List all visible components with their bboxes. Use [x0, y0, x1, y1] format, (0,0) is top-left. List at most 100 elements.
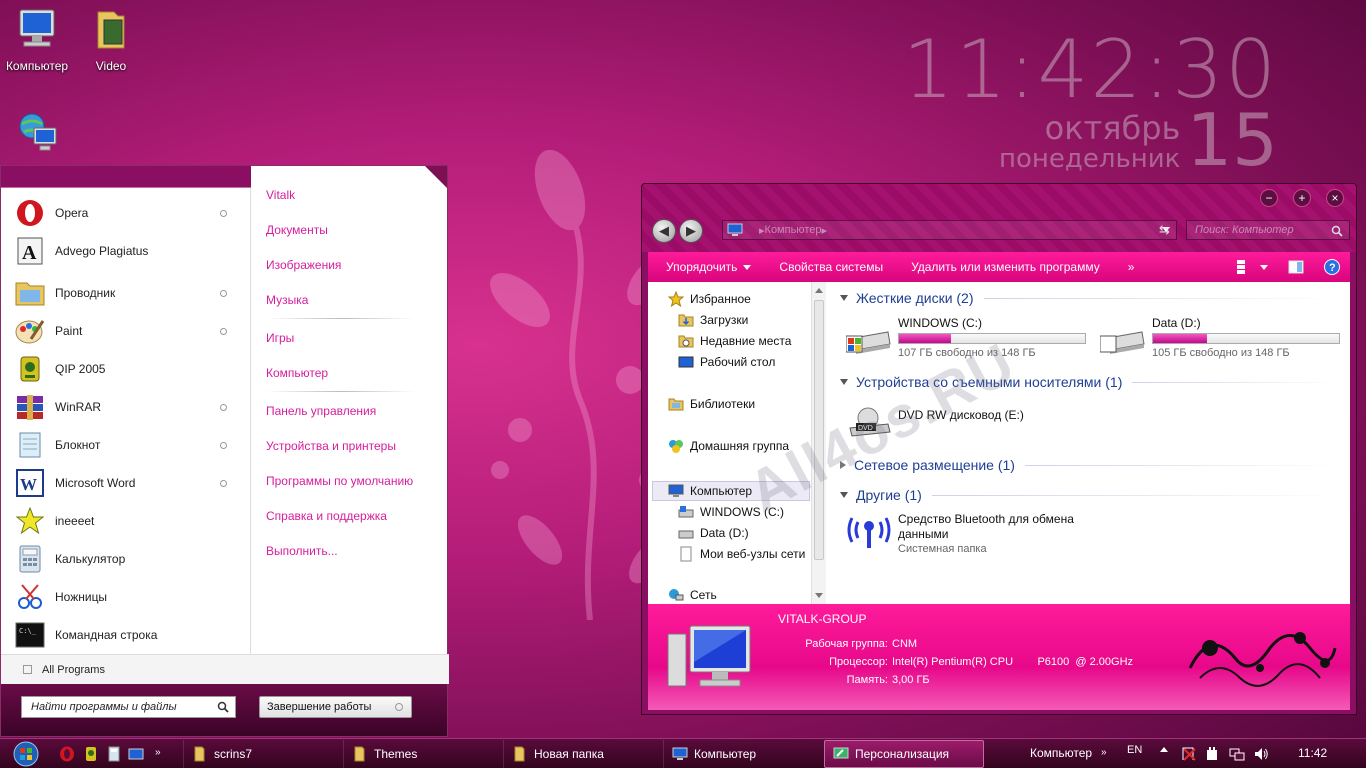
link-games[interactable]: Игры: [266, 331, 294, 345]
program-winrar[interactable]: WinRAR: [15, 389, 235, 425]
program-advego[interactable]: A Advego Plagiatus: [15, 233, 235, 269]
taskbar-clock[interactable]: 11:42: [1298, 746, 1327, 760]
start-search-input[interactable]: Найти программы и файлы: [21, 696, 236, 718]
program-scissors[interactable]: Ножницы: [15, 579, 235, 615]
desktop-icon-network[interactable]: [0, 110, 74, 163]
shutdown-button[interactable]: Завершение работы: [259, 696, 412, 718]
program-paint[interactable]: Paint: [15, 313, 235, 349]
network-status-icon[interactable]: [1229, 746, 1245, 762]
show-desktop-icon[interactable]: [128, 746, 144, 762]
qip-icon[interactable]: [83, 746, 99, 762]
organize-label: Упорядочить: [666, 260, 738, 274]
opera-icon[interactable]: [59, 746, 75, 762]
desktop-icon-video[interactable]: Video: [74, 6, 148, 73]
nav-drive-d[interactable]: Data (D:): [678, 524, 749, 542]
drive-item-c[interactable]: WINDOWS (C:) 107 ГБ свободно из 148 ГБ: [846, 316, 1096, 360]
chevron-down-icon: [840, 379, 848, 385]
nav-downloads[interactable]: Загрузки: [678, 311, 748, 329]
uninstall-program-button[interactable]: Удалить или изменить программу: [911, 260, 1100, 274]
drive-item-dvd[interactable]: DVD DVD RW дисковод (E:): [846, 400, 1096, 444]
program-qip[interactable]: QIP 2005: [15, 351, 235, 387]
view-dropdown-icon[interactable]: [1260, 265, 1268, 270]
back-button[interactable]: ◀: [652, 219, 676, 243]
language-indicator[interactable]: EN: [1127, 744, 1142, 756]
nav-recent[interactable]: Недавние места: [678, 332, 791, 350]
nav-libraries[interactable]: Библиотеки: [668, 395, 755, 413]
taskbar-button-new-folder[interactable]: Новая папка: [503, 740, 658, 768]
bluetooth-name-cont: данными: [898, 527, 949, 541]
group-hard-drives[interactable]: Жесткие диски (2): [840, 290, 1340, 306]
link-user[interactable]: Vitalk: [266, 188, 295, 202]
power-icon[interactable]: [1204, 746, 1220, 762]
link-computer[interactable]: Компьютер: [266, 366, 328, 380]
start-button[interactable]: [6, 740, 46, 768]
nav-homegroup[interactable]: Домашняя группа: [668, 437, 789, 455]
taskbar-button-personalization[interactable]: Персонализация: [824, 740, 984, 768]
volume-icon[interactable]: [1253, 746, 1269, 762]
preview-pane-icon[interactable]: [1288, 259, 1304, 275]
nav-label: Недавние места: [700, 334, 792, 348]
program-word[interactable]: W Microsoft Word: [15, 465, 235, 501]
link-music[interactable]: Музыка: [266, 293, 308, 307]
link-default-programs[interactable]: Программы по умолчанию: [266, 474, 413, 488]
group-other[interactable]: Другие (1): [840, 487, 1340, 503]
all-programs-button[interactable]: All Programs: [1, 654, 449, 684]
tray-show-hidden-icon[interactable]: [1160, 747, 1168, 752]
address-bar[interactable]: ▸ Компьютер ▸: [722, 220, 1177, 240]
star-icon: [668, 291, 684, 307]
scroll-thumb[interactable]: [814, 300, 824, 560]
nav-scrollbar[interactable]: [811, 282, 826, 604]
link-help[interactable]: Справка и поддержка: [266, 509, 387, 523]
program-cmd[interactable]: C:\_ Командная строка: [15, 617, 235, 653]
taskbar-button-themes[interactable]: Themes: [343, 740, 498, 768]
nav-drive-c[interactable]: WINDOWS (C:): [678, 503, 784, 521]
desktop-icon-computer[interactable]: Компьютер: [0, 6, 74, 73]
action-center-icon[interactable]: [1181, 746, 1197, 762]
tray-computer-toolbar[interactable]: Компьютер: [1030, 746, 1092, 760]
nav-desktop[interactable]: Рабочий стол: [678, 353, 775, 371]
explorer-search-input[interactable]: Поиск: Компьютер: [1186, 220, 1350, 240]
ornament-decoration: [1188, 632, 1337, 687]
program-label: Advego Plagiatus: [55, 244, 149, 258]
group-network-locations[interactable]: Сетевое размещение (1): [840, 457, 1340, 473]
refresh-icon[interactable]: ⇆: [1159, 222, 1170, 238]
group-removable[interactable]: Устройства со съемными носителями (1): [840, 374, 1340, 390]
help-icon[interactable]: ?: [1324, 259, 1340, 275]
submenu-arrow-icon: [220, 209, 227, 217]
nav-computer[interactable]: Компьютер: [668, 482, 752, 500]
program-calculator[interactable]: Калькулятор: [15, 541, 235, 577]
scroll-down-icon[interactable]: [815, 593, 823, 598]
shutdown-options-icon[interactable]: [395, 703, 403, 711]
organize-button[interactable]: Упорядочить: [666, 260, 752, 274]
forward-button[interactable]: ▶: [679, 219, 703, 243]
taskbar-button-scrins7[interactable]: scrins7: [183, 740, 333, 768]
link-run[interactable]: Выполнить...: [266, 544, 338, 558]
quicklaunch-overflow-icon[interactable]: »: [155, 747, 161, 758]
link-documents[interactable]: Документы: [266, 223, 328, 237]
view-options-icon[interactable]: [1234, 259, 1250, 275]
bluetooth-item[interactable]: Средство Bluetooth для обмена данными Си…: [846, 512, 1096, 556]
link-devices-printers[interactable]: Устройства и принтеры: [266, 439, 396, 453]
system-properties-button[interactable]: Свойства системы: [779, 260, 883, 274]
calculator-icon[interactable]: [106, 746, 122, 762]
link-pictures[interactable]: Изображения: [266, 258, 341, 272]
taskbar-button-computer[interactable]: Компьютер: [663, 740, 818, 768]
drive-item-d[interactable]: Data (D:) 105 ГБ свободно из 148 ГБ: [1100, 316, 1350, 360]
start-menu-footer: Найти программы и файлы Завершение работ…: [1, 684, 447, 736]
program-explorer[interactable]: Проводник: [15, 275, 235, 311]
nav-network[interactable]: Сеть: [668, 586, 717, 604]
more-commands-button[interactable]: »: [1128, 260, 1135, 274]
nav-web-nodes[interactable]: Мои веб-узлы сети: [678, 545, 805, 563]
program-ineeeet[interactable]: ineeeet: [15, 503, 235, 539]
program-notepad[interactable]: Блокнот: [15, 427, 235, 463]
tray-toolbar-overflow-icon[interactable]: »: [1101, 747, 1107, 758]
maximize-button[interactable]: +: [1293, 189, 1311, 207]
address-text: Компьютер: [764, 224, 822, 236]
close-button[interactable]: ×: [1326, 189, 1344, 207]
program-label: Калькулятор: [55, 552, 126, 566]
minimize-button[interactable]: −: [1260, 189, 1278, 207]
scroll-up-icon[interactable]: [815, 288, 823, 293]
link-control-panel[interactable]: Панель управления: [266, 404, 376, 418]
nav-favorites[interactable]: Избранное: [668, 290, 751, 308]
program-opera[interactable]: Opera: [15, 195, 235, 231]
